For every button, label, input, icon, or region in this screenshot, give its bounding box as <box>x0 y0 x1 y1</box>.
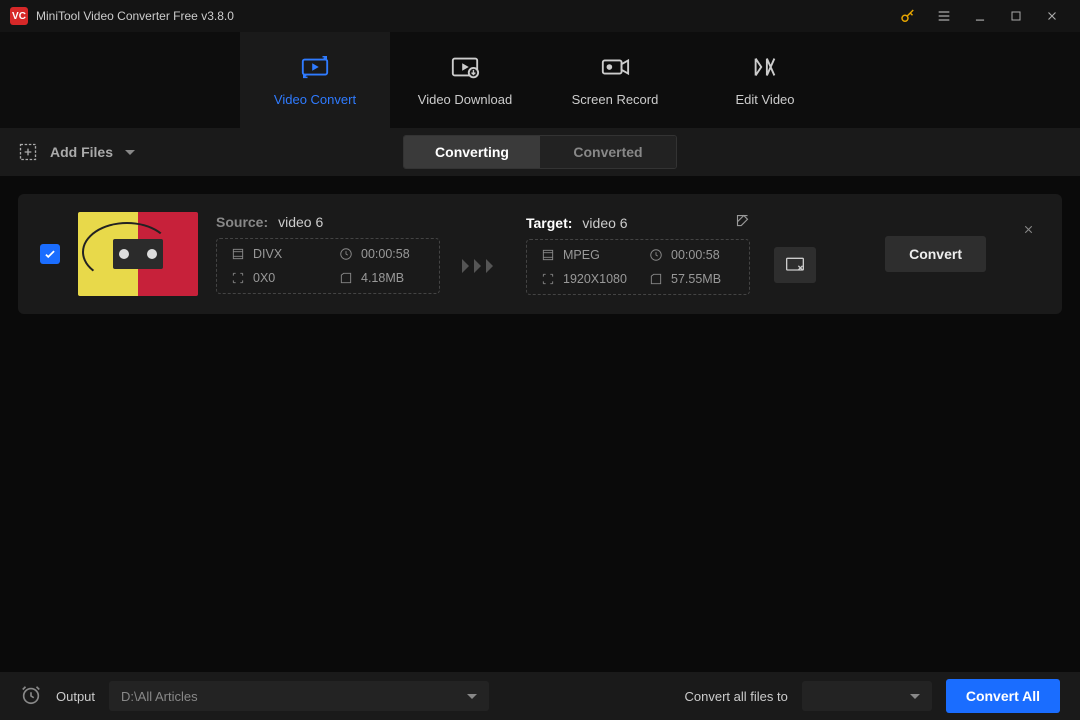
output-label: Output <box>56 689 95 704</box>
format-icon <box>231 247 245 261</box>
subtab-converting[interactable]: Converting <box>404 136 540 168</box>
target-label: Target: <box>526 215 572 231</box>
toolbar: Add Files Converting Converted <box>0 128 1080 176</box>
add-files-label: Add Files <box>50 144 113 160</box>
chevron-down-icon <box>125 150 135 155</box>
edit-target-icon[interactable] <box>735 213 750 231</box>
main-tabs: Video Convert Video Download Screen Reco… <box>0 32 1080 128</box>
tab-video-download[interactable]: Video Download <box>390 32 540 128</box>
upgrade-key-icon[interactable] <box>890 0 926 32</box>
tab-label: Video Download <box>418 92 512 107</box>
tab-screen-record[interactable]: Screen Record <box>540 32 690 128</box>
target-duration: 00:00:58 <box>671 248 720 262</box>
target-filename: video 6 <box>582 215 627 231</box>
tab-label: Edit Video <box>735 92 794 107</box>
target-settings-button[interactable] <box>774 247 816 283</box>
subtab-converted[interactable]: Converted <box>540 136 676 168</box>
schedule-icon[interactable] <box>20 684 42 709</box>
titlebar: VC MiniTool Video Converter Free v3.8.0 <box>0 0 1080 32</box>
content-area: Source: video 6 DIVX 00:00:58 0X0 4.18MB… <box>0 176 1080 672</box>
app-logo-icon: VC <box>10 7 28 25</box>
output-path-value: D:\All Articles <box>121 689 198 704</box>
add-files-button[interactable]: Add Files <box>18 142 135 162</box>
target-format: MPEG <box>563 248 600 262</box>
tab-label: Video Convert <box>274 92 356 107</box>
resolution-icon <box>541 272 555 286</box>
tab-edit-video[interactable]: Edit Video <box>690 32 840 128</box>
convert-all-label: Convert all files to <box>685 689 788 704</box>
format-icon <box>541 248 555 262</box>
filesize-icon <box>649 272 663 286</box>
tab-label: Screen Record <box>572 92 659 107</box>
source-duration: 00:00:58 <box>361 247 410 261</box>
maximize-button[interactable] <box>998 0 1034 32</box>
app-title: MiniTool Video Converter Free v3.8.0 <box>36 9 234 23</box>
source-details: Source: video 6 DIVX 00:00:58 0X0 4.18MB <box>216 214 440 294</box>
target-details: Target: video 6 MPEG 00:00:58 1920X1080 … <box>526 213 750 295</box>
conversion-item: Source: video 6 DIVX 00:00:58 0X0 4.18MB… <box>18 194 1062 314</box>
arrow-icon <box>458 256 508 276</box>
convert-all-button[interactable]: Convert All <box>946 679 1060 713</box>
resolution-icon <box>231 271 245 285</box>
target-resolution: 1920X1080 <box>563 272 627 286</box>
bottom-bar: Output D:\All Articles Convert all files… <box>0 672 1080 720</box>
source-resolution: 0X0 <box>253 271 275 285</box>
convert-button[interactable]: Convert <box>885 236 986 272</box>
target-info-box: MPEG 00:00:58 1920X1080 57.55MB <box>526 239 750 295</box>
filesize-icon <box>339 271 353 285</box>
target-size: 57.55MB <box>671 272 721 286</box>
item-checkbox[interactable] <box>40 244 60 264</box>
source-size: 4.18MB <box>361 271 404 285</box>
source-info-box: DIVX 00:00:58 0X0 4.18MB <box>216 238 440 294</box>
chevron-down-icon <box>467 694 477 699</box>
subtab-group: Converting Converted <box>403 135 677 169</box>
video-thumbnail[interactable] <box>78 212 198 296</box>
close-window-button[interactable] <box>1034 0 1070 32</box>
clock-icon <box>649 248 663 262</box>
source-filename: video 6 <box>278 214 323 230</box>
source-label: Source: <box>216 214 268 230</box>
menu-icon[interactable] <box>926 0 962 32</box>
chevron-down-icon <box>910 694 920 699</box>
remove-item-icon[interactable] <box>1016 217 1040 241</box>
source-format: DIVX <box>253 247 282 261</box>
clock-icon <box>339 247 353 261</box>
minimize-button[interactable] <box>962 0 998 32</box>
convert-all-format-selector[interactable] <box>802 681 932 711</box>
output-path-selector[interactable]: D:\All Articles <box>109 681 489 711</box>
tab-video-convert[interactable]: Video Convert <box>240 32 390 128</box>
